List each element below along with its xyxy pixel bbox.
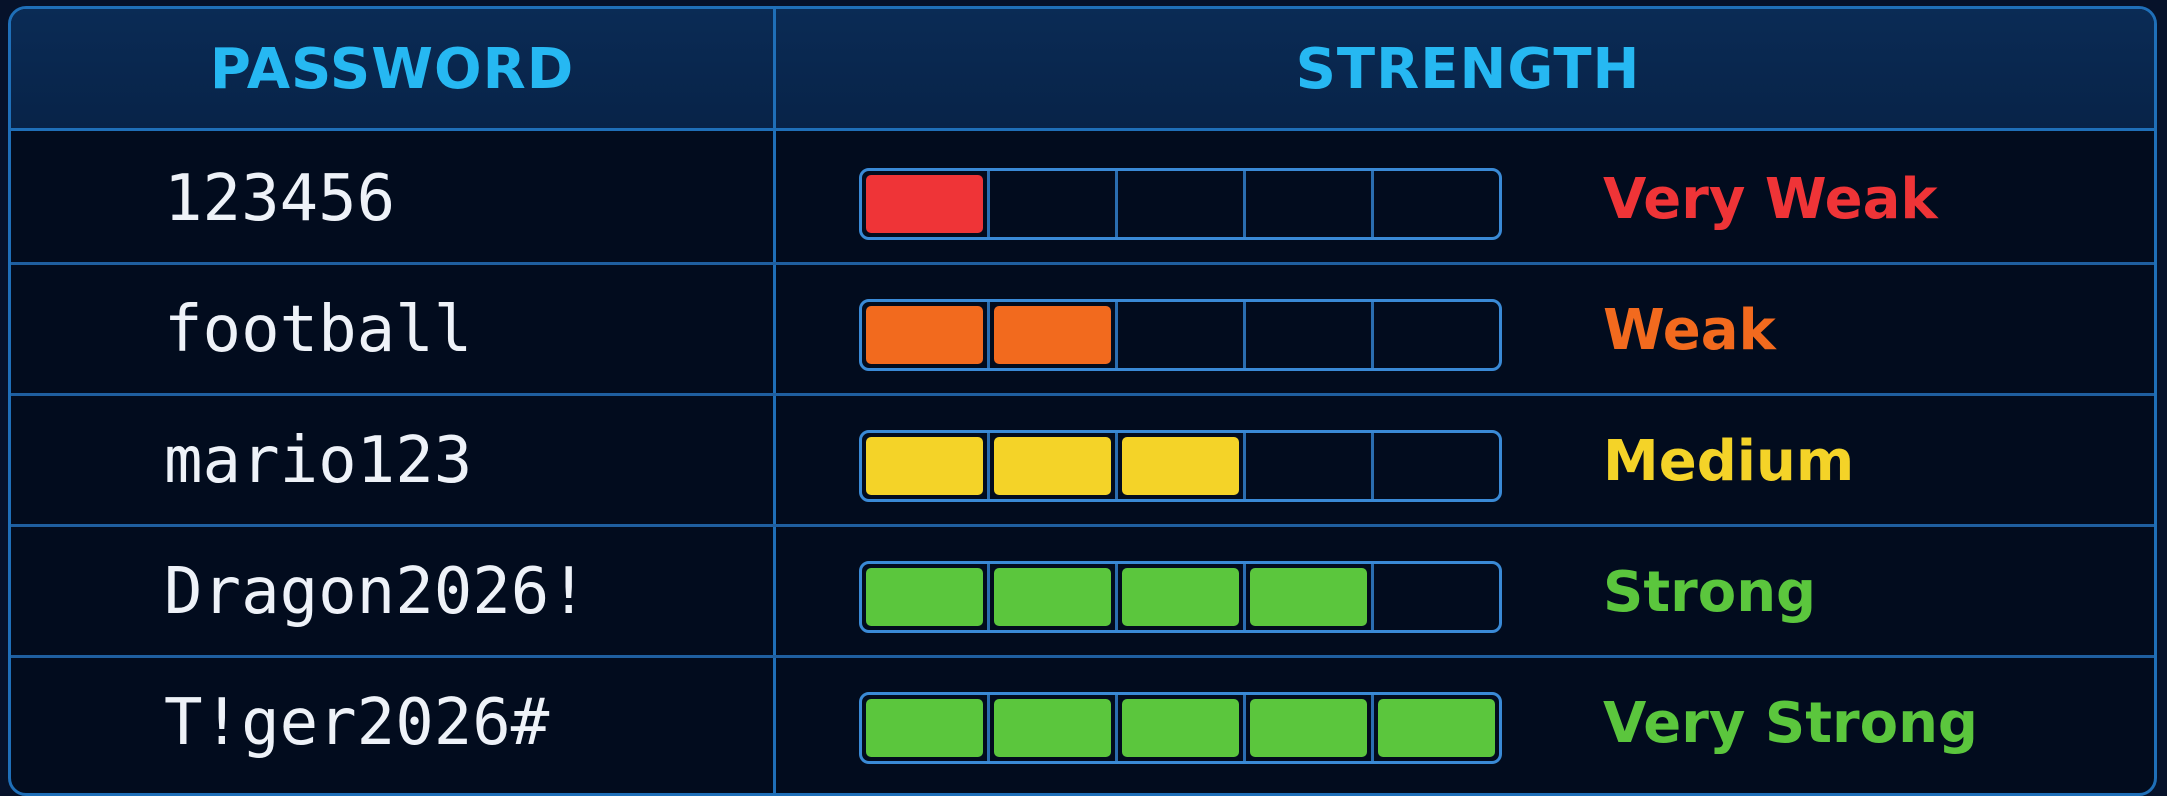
strength-label: Weak: [1603, 298, 1776, 363]
meter-fill: [866, 568, 983, 626]
meter-segment-empty: [1246, 433, 1374, 499]
strength-meter: [859, 430, 1502, 502]
meter-segment-empty: [1246, 302, 1374, 368]
meter-segment-filled: [1246, 564, 1374, 630]
strength-label: Very Strong: [1603, 691, 1979, 756]
meter-segment-empty: [1374, 433, 1499, 499]
password-text: mario123: [164, 424, 473, 498]
table-header: PASSWORD STRENGTH: [11, 9, 2154, 131]
meter-segment-filled: [862, 695, 990, 761]
meter-fill: [1122, 568, 1239, 626]
meter-segment-filled: [990, 695, 1118, 761]
strength-column-header: STRENGTH: [1295, 37, 1641, 102]
meter-fill: [994, 699, 1111, 757]
meter-segment-filled: [1246, 695, 1374, 761]
strength-meter: [859, 692, 1502, 764]
meter-segment-filled: [1118, 564, 1246, 630]
password-text: football: [164, 293, 473, 367]
meter-segment-empty: [1374, 302, 1499, 368]
strength-label: Medium: [1603, 429, 1855, 494]
meter-segment-empty: [1118, 171, 1246, 237]
meter-segment-empty: [1374, 564, 1499, 630]
password-strength-table: PASSWORD STRENGTH 123456 Very Weak footbal…: [8, 6, 2157, 796]
meter-fill: [866, 699, 983, 757]
meter-fill: [994, 568, 1111, 626]
meter-segment-filled: [862, 171, 990, 237]
strength-label: Very Weak: [1603, 167, 1938, 232]
meter-fill: [1250, 568, 1367, 626]
table-row: 123456 Very Weak: [11, 134, 2154, 265]
meter-fill: [1378, 699, 1495, 757]
meter-segment-empty: [1374, 171, 1499, 237]
meter-segment-filled: [1118, 695, 1246, 761]
table-row: football Weak: [11, 265, 2154, 396]
meter-fill: [1122, 699, 1239, 757]
meter-fill: [994, 437, 1111, 495]
password-text: 123456: [164, 162, 396, 236]
strength-label: Strong: [1603, 560, 1817, 625]
meter-segment-filled: [990, 564, 1118, 630]
meter-fill: [994, 306, 1111, 364]
table-row: T!ger2026# Very Strong: [11, 658, 2154, 789]
meter-fill: [866, 437, 983, 495]
strength-meter: [859, 561, 1502, 633]
meter-segment-filled: [990, 302, 1118, 368]
table-row: Dragon2026! Strong: [11, 527, 2154, 658]
meter-fill: [866, 175, 983, 233]
meter-segment-empty: [990, 171, 1118, 237]
meter-segment-filled: [1118, 433, 1246, 499]
meter-segment-filled: [862, 302, 990, 368]
meter-segment-filled: [1374, 695, 1499, 761]
table-row: mario123 Medium: [11, 396, 2154, 527]
strength-meter: [859, 299, 1502, 371]
password-text: T!ger2026#: [164, 686, 550, 760]
meter-segment-filled: [862, 433, 990, 499]
meter-segment-filled: [862, 564, 990, 630]
meter-segment-empty: [1246, 171, 1374, 237]
meter-fill: [1250, 699, 1367, 757]
meter-segment-filled: [990, 433, 1118, 499]
meter-fill: [1122, 437, 1239, 495]
password-column-header: PASSWORD: [209, 37, 575, 102]
strength-meter: [859, 168, 1502, 240]
password-text: Dragon2026!: [164, 555, 588, 629]
meter-segment-empty: [1118, 302, 1246, 368]
meter-fill: [866, 306, 983, 364]
